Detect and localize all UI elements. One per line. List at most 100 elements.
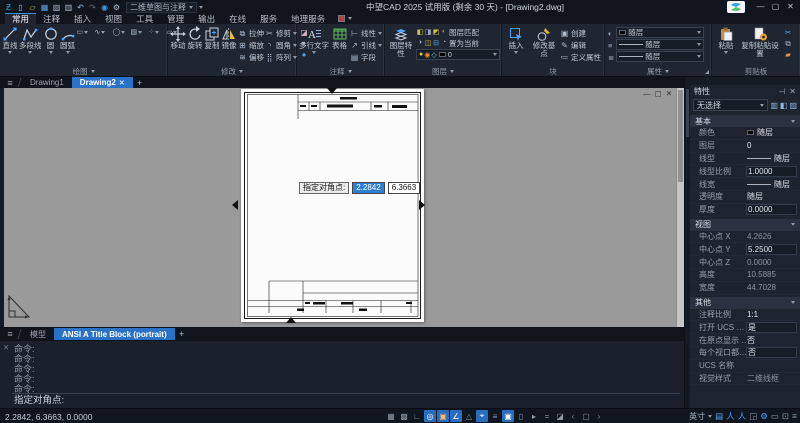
mirror-button[interactable]: 镜像: [221, 26, 237, 66]
status-toggle-icon[interactable]: ⌖: [476, 410, 488, 422]
ribbon-tab[interactable]: 管理: [160, 13, 191, 24]
ribbon-tab[interactable]: 工具: [129, 13, 160, 24]
prop-row-center-z[interactable]: 中心点 Z0.0000: [690, 256, 800, 269]
modify-tool-button[interactable]: ✂修剪: [265, 28, 297, 39]
layer-tool-icon[interactable]: ◔: [440, 39, 448, 47]
move-button[interactable]: 移动: [170, 26, 186, 66]
ribbon-tab[interactable]: 服务: [253, 13, 284, 24]
quick-access-icon[interactable]: ▱: [27, 2, 38, 13]
edit-basepoint-button[interactable]: 修改基点: [529, 26, 559, 66]
layer-tool-icon[interactable]: ◫: [424, 39, 432, 47]
clipboard-mini-icon[interactable]: ▰: [783, 50, 793, 59]
prop-row-width[interactable]: 宽度44.7028: [690, 282, 800, 295]
layout-menu-icon[interactable]: ≡: [3, 328, 17, 340]
line-button[interactable]: 直线: [2, 26, 18, 66]
dynamic-input-y[interactable]: 6.3663: [388, 182, 420, 194]
selection-dropdown[interactable]: 无选择: [693, 99, 768, 111]
modify-tool-button[interactable]: ⣿阵列: [265, 52, 297, 63]
circle-button[interactable]: 圆: [43, 26, 59, 66]
modify-tool-button[interactable]: ≋偏移: [238, 52, 264, 63]
viewport-grip-left[interactable]: [232, 200, 238, 210]
panel-label-layers[interactable]: 图层: [385, 66, 501, 76]
draw-tool-button[interactable]: ◯: [113, 28, 129, 37]
ribbon-tab[interactable]: 地理服务: [284, 13, 332, 24]
status-toggle-icon[interactable]: ▯: [515, 410, 527, 422]
quick-access-icon[interactable]: ↶: [75, 2, 86, 13]
command-close-icon[interactable]: ✕: [3, 343, 9, 352]
color-wheel-icon[interactable]: ◐: [608, 29, 614, 38]
copy-button[interactable]: 复制: [204, 26, 220, 66]
prop-row-annotation-scale[interactable]: 注释比例1:1: [690, 309, 800, 322]
status-toggle-icon[interactable]: ▣: [437, 410, 449, 422]
status-right-icon[interactable]: ◲: [749, 410, 757, 422]
status-toggle-icon[interactable]: ▩: [398, 410, 410, 422]
prop-row-visual-style[interactable]: 视觉样式二维线框: [690, 373, 800, 386]
annotate-tool-button[interactable]: ⊢线性: [350, 28, 382, 39]
panel-label-modify[interactable]: 修改: [168, 66, 296, 76]
draw-tool-button[interactable]: ⁘: [149, 28, 165, 37]
prop-row-layer[interactable]: 图层0: [690, 140, 800, 153]
annotate-tool-button[interactable]: ↗引线: [350, 40, 382, 51]
command-prompt[interactable]: 指定对角点:: [14, 392, 64, 406]
status-right-icon[interactable]: ▭: [771, 410, 779, 422]
layer-tool-icon[interactable]: ◨: [424, 28, 432, 36]
vertical-scrollbar[interactable]: [676, 88, 684, 327]
layer-match-button[interactable]: 图层匹配: [449, 27, 479, 38]
ribbon-tab[interactable]: 输出: [191, 13, 222, 24]
arc-button[interactable]: 圆弧: [60, 26, 76, 66]
layer-select-dropdown[interactable]: ●◉◇ 0: [416, 49, 500, 60]
polyline-button[interactable]: 多段线: [19, 26, 42, 66]
panel-scrollbar[interactable]: [685, 85, 690, 408]
prop-row-ucs-origin[interactable]: 在原点显示 …否: [690, 334, 800, 347]
panel-label-draw[interactable]: 绘图: [0, 66, 167, 76]
panel-label-clipboard[interactable]: 剪贴板: [712, 66, 800, 76]
layer-state-icon[interactable]: ◉: [424, 51, 430, 59]
layer-tool-icon[interactable]: ◑: [416, 39, 424, 47]
dialog-launcher-icon[interactable]: [705, 70, 709, 74]
prop-row-transparency[interactable]: 透明度随层: [690, 191, 800, 204]
drawing-canvas[interactable]: — ▢ ✕: [0, 88, 684, 327]
object-color-dropdown[interactable]: 随层: [616, 27, 704, 38]
layout-tab[interactable]: ANSI A Title Block (portrait): [54, 328, 175, 340]
layout-tab[interactable]: 模型: [22, 328, 54, 340]
document-menu-icon[interactable]: ≡: [3, 77, 17, 88]
status-right-icon[interactable]: ⊡: [782, 410, 789, 422]
prop-row-ucs-name[interactable]: UCS 名称: [690, 360, 800, 373]
ribbon-tab[interactable]: 注释: [36, 13, 67, 24]
command-window[interactable]: ✕ 命令:命令:命令:命令:命令: 指定对角点:: [0, 340, 684, 408]
lineweight-icon[interactable]: ≡: [608, 41, 614, 50]
draw-tool-button[interactable]: ∿: [95, 28, 111, 37]
prop-row-ucs-on[interactable]: 打开 UCS …是: [690, 321, 800, 334]
panel-label-block[interactable]: 块: [502, 66, 604, 76]
status-toggle-icon[interactable]: ▦: [385, 410, 397, 422]
document-tab[interactable]: Drawing1: [22, 77, 72, 88]
quick-access-icon[interactable]: ▦: [39, 2, 50, 13]
dynamic-input-x[interactable]: 2.2842: [352, 182, 384, 194]
panel-tool-icon[interactable]: ▨: [789, 101, 797, 110]
block-tool-button[interactable]: ▣创建: [560, 28, 601, 39]
prop-row-lineweight[interactable]: 线宽随层: [690, 178, 800, 191]
layer-tool-icon[interactable]: ◐: [440, 28, 448, 36]
workspace-switcher[interactable]: 二维草图与注释: [126, 2, 197, 13]
status-right-icon[interactable]: ▤: [715, 410, 723, 422]
doc-minimize-button[interactable]: —: [643, 89, 651, 98]
linetype-dropdown[interactable]: 随层: [616, 51, 704, 62]
layer-properties-button[interactable]: 图层特性: [387, 26, 415, 66]
doc-close-button[interactable]: ✕: [666, 89, 672, 98]
prop-row-center-y[interactable]: 中心点 Y5.2500: [690, 243, 800, 256]
status-right-icon[interactable]: 人: [738, 410, 747, 422]
layout-paper[interactable]: [241, 89, 424, 322]
prop-row-linetype[interactable]: 线型随层: [690, 153, 800, 166]
rotate-button[interactable]: 旋转: [187, 26, 203, 66]
table-button[interactable]: 表格: [330, 26, 349, 66]
quick-access-icon[interactable]: ▯: [15, 2, 26, 13]
draw-tool-button[interactable]: ▭: [77, 28, 93, 37]
quick-access-icon[interactable]: ↷: [87, 2, 98, 13]
layer-tool-icon[interactable]: ◧: [416, 28, 424, 36]
prop-row-thickness[interactable]: 厚度0.0000: [690, 204, 800, 217]
layer-tool-icon[interactable]: ⊟: [432, 39, 440, 47]
quick-access-icon[interactable]: ▧: [51, 2, 62, 13]
prop-row-height[interactable]: 高度10.5885: [690, 269, 800, 282]
auto-hide-icon[interactable]: ⊣: [778, 87, 785, 96]
block-tool-button[interactable]: ✎编辑: [560, 40, 601, 51]
